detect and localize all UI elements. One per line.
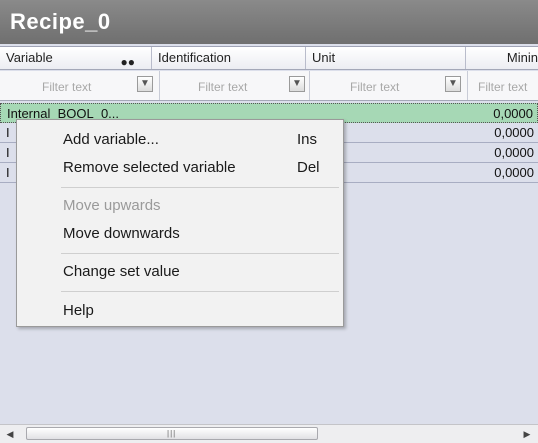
menu-item-label: Move downwards xyxy=(63,225,180,242)
filter-cell-variable[interactable]: Filter text ▼ xyxy=(0,71,160,100)
grip-icon: ||| xyxy=(167,429,177,438)
binoculars-icon[interactable]: ●● xyxy=(121,51,136,69)
filter-row: Filter text ▼ Filter text ▼ Filter text … xyxy=(0,71,538,101)
menu-item-move-upwards: Move upwards xyxy=(17,194,343,218)
menu-item-label: Move upwards xyxy=(63,197,161,214)
row-minimum-value: 0,0000 xyxy=(493,106,533,121)
recipe-window: Recipe_0 Variable ●● Identification Unit… xyxy=(0,0,538,443)
row-minimum-value: 0,0000 xyxy=(494,125,534,140)
menu-item-label: Change set value xyxy=(63,263,180,280)
menu-item-change-set-value[interactable]: Change set value xyxy=(17,260,343,284)
column-header-minimum[interactable]: Minin xyxy=(466,47,538,69)
menu-item-label: Remove selected variable xyxy=(63,159,236,176)
context-menu: Add variable... Ins Remove selected vari… xyxy=(16,119,344,327)
menu-item-add-variable[interactable]: Add variable... Ins xyxy=(17,128,343,152)
row-minimum-value: 0,0000 xyxy=(494,165,534,180)
column-header-unit[interactable]: Unit xyxy=(306,47,466,69)
filter-cell-identification[interactable]: Filter text ▼ xyxy=(160,71,310,100)
menu-item-shortcut: Del xyxy=(297,159,320,176)
filter-input-minimum[interactable]: Filter text xyxy=(478,80,527,94)
menu-separator xyxy=(61,253,339,254)
horizontal-scrollbar[interactable]: ◀ ||| ▶ xyxy=(0,424,538,443)
filter-cell-minimum[interactable]: Filter text xyxy=(468,71,538,100)
funnel-icon[interactable]: ▼ xyxy=(445,76,461,92)
column-header-label: Unit xyxy=(312,50,336,65)
window-title: Recipe_0 xyxy=(0,0,538,44)
row-variable-name: I xyxy=(6,165,10,180)
filter-input-identification[interactable]: Filter text xyxy=(198,80,247,94)
menu-item-label: Help xyxy=(63,302,94,319)
menu-item-move-downwards[interactable]: Move downwards xyxy=(17,222,343,246)
menu-item-label: Add variable... xyxy=(63,131,159,148)
filter-input-variable[interactable]: Filter text xyxy=(42,80,91,94)
menu-item-shortcut: Ins xyxy=(297,131,318,148)
menu-item-help[interactable]: Help xyxy=(17,299,343,323)
column-header-row: Variable ●● Identification Unit Minin xyxy=(0,46,538,70)
row-minimum-value: 0,0000 xyxy=(494,145,534,160)
menu-separator xyxy=(61,291,339,292)
column-header-identification[interactable]: Identification xyxy=(152,47,306,69)
filter-input-unit[interactable]: Filter text xyxy=(350,80,399,94)
arrow-left-icon[interactable]: ◀ xyxy=(3,427,17,441)
menu-item-remove-variable[interactable]: Remove selected variable Del xyxy=(17,156,343,180)
row-variable-name: I xyxy=(6,125,10,140)
arrow-right-icon[interactable]: ▶ xyxy=(520,427,534,441)
funnel-icon[interactable]: ▼ xyxy=(137,76,153,92)
filter-cell-unit[interactable]: Filter text ▼ xyxy=(310,71,468,100)
scrollbar-thumb[interactable]: ||| xyxy=(26,427,318,440)
menu-separator xyxy=(61,187,339,188)
column-header-label: Identification xyxy=(158,50,231,65)
column-header-label: Variable xyxy=(6,50,53,65)
row-variable-name: I xyxy=(6,145,10,160)
column-header-label: Minin xyxy=(506,50,538,65)
column-header-variable[interactable]: Variable ●● xyxy=(0,47,152,69)
funnel-icon[interactable]: ▼ xyxy=(289,76,305,92)
